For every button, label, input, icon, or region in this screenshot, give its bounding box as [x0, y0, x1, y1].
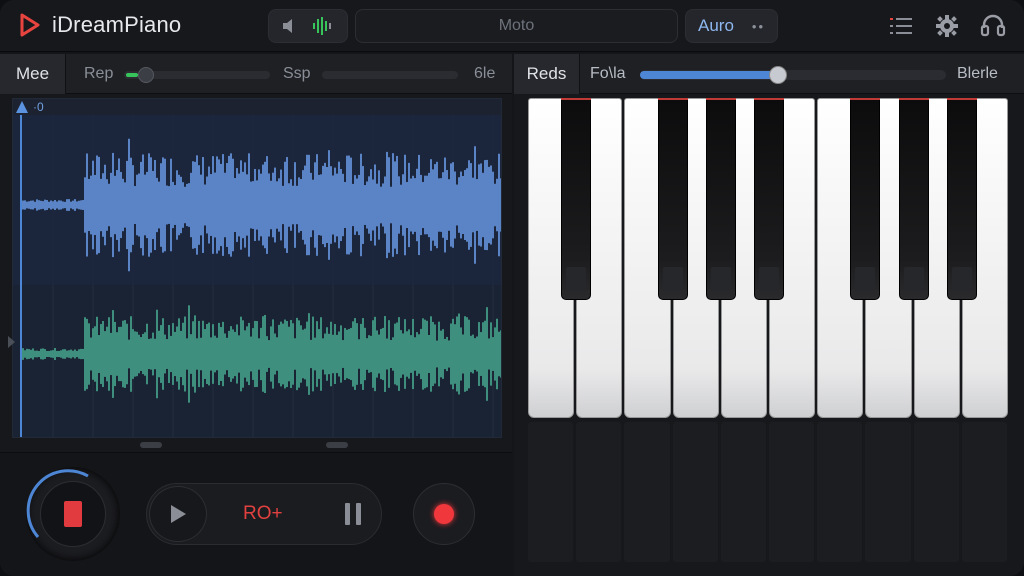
mode-selector[interactable]: Auro ••: [685, 9, 778, 43]
piano-slider-label: Fo\la: [590, 65, 626, 82]
project-name-field[interactable]: Moto: [355, 9, 678, 43]
playback-controls: RO+: [146, 483, 382, 545]
black-key[interactable]: [898, 98, 929, 300]
play-button[interactable]: [149, 486, 207, 542]
tab-mee[interactable]: Mee: [0, 54, 66, 94]
end-label: 6le: [474, 65, 496, 82]
track-panel: Mee Rep Ssp 6le ·0 RO+: [0, 54, 512, 576]
waveform-view[interactable]: ·0: [12, 98, 502, 438]
stop-button[interactable]: [40, 481, 106, 547]
key-highlight-line: [657, 98, 688, 100]
piano-end-label: Blerle: [957, 65, 998, 82]
key-highlight-line: [850, 98, 881, 100]
app-title: iDreamPiano: [52, 12, 182, 37]
play-logo-icon: [20, 13, 40, 37]
black-key[interactable]: [850, 98, 881, 300]
audio-toggle-group[interactable]: [268, 9, 348, 43]
app-window: iDreamPiano Moto Auro •• Mee Rep Ssp 6le…: [0, 0, 1024, 576]
record-button[interactable]: [413, 483, 475, 545]
pause-button[interactable]: [341, 503, 365, 527]
timeline-ruler[interactable]: ·0: [13, 99, 501, 115]
white-key-lower[interactable]: [769, 422, 815, 562]
piano-slider-knob[interactable]: [768, 66, 787, 84]
white-key-lower[interactable]: [961, 422, 1007, 562]
key-highlight-line: [754, 98, 784, 100]
speaker-icon[interactable]: [280, 15, 302, 37]
white-key-lower[interactable]: [576, 422, 622, 562]
piano-panel: Reds Fo\la Blerle: [514, 54, 1024, 576]
ssp-slider[interactable]: [322, 71, 458, 79]
rep-label: Rep: [84, 65, 114, 82]
rep-slider-fill: [126, 73, 138, 77]
audio-level-icon[interactable]: [311, 15, 337, 37]
white-key-lower[interactable]: [528, 422, 574, 562]
scroll-handle-right[interactable]: [326, 442, 348, 448]
white-key-lower[interactable]: [865, 422, 911, 562]
black-key[interactable]: [946, 98, 977, 300]
white-key-lower[interactable]: [624, 422, 670, 562]
mode-dots-icon: ••: [751, 18, 765, 34]
transport-bar: RO+: [0, 452, 512, 576]
stop-dial[interactable]: [26, 467, 120, 561]
track-toolbar: Mee Rep Ssp 6le: [0, 54, 512, 94]
waveform-canvas: [13, 99, 501, 437]
scroll-handle-left[interactable]: [140, 442, 162, 448]
pause-icon: [345, 503, 350, 525]
list-menu-icon[interactable]: [888, 13, 914, 39]
piano-keyboard[interactable]: [528, 98, 1010, 562]
key-highlight-line: [898, 98, 929, 100]
collapse-arrow-icon[interactable]: [8, 336, 15, 348]
project-name-label: Moto: [498, 17, 535, 34]
piano-slider-fill: [640, 71, 778, 79]
ssp-label: Ssp: [283, 65, 311, 82]
gear-icon[interactable]: [934, 13, 960, 39]
key-highlight-line: [946, 98, 977, 100]
tab-reds[interactable]: Reds: [514, 54, 580, 94]
piano-slider[interactable]: [640, 66, 946, 84]
record-icon: [434, 504, 454, 524]
rep-slider-knob[interactable]: [138, 67, 154, 83]
black-key[interactable]: [657, 98, 688, 300]
record-mode-label[interactable]: RO+: [243, 503, 283, 525]
header-bar: iDreamPiano Moto Auro ••: [0, 0, 1024, 52]
pause-icon: [356, 503, 361, 525]
white-key-lower[interactable]: [913, 422, 959, 562]
header-actions: [888, 13, 1006, 39]
app-logo: iDreamPiano: [16, 12, 181, 38]
piano-toolbar: Reds Fo\la Blerle: [514, 54, 1024, 94]
mode-label: Auro: [698, 16, 734, 35]
black-key[interactable]: [561, 98, 592, 300]
black-key[interactable]: [705, 98, 736, 300]
white-key-lower[interactable]: [720, 422, 766, 562]
black-key[interactable]: [754, 98, 784, 300]
stop-icon: [64, 501, 82, 527]
waveform-track: [22, 305, 501, 403]
white-key-lower[interactable]: [672, 422, 718, 562]
white-key-lower[interactable]: [817, 422, 863, 562]
ruler-label: ·0: [33, 100, 44, 114]
playhead-marker-icon[interactable]: [15, 100, 29, 114]
play-icon: [171, 505, 186, 523]
rep-slider[interactable]: [124, 67, 270, 83]
key-highlight-line: [561, 98, 592, 100]
headphones-icon[interactable]: [980, 13, 1006, 39]
key-highlight-line: [705, 98, 736, 100]
